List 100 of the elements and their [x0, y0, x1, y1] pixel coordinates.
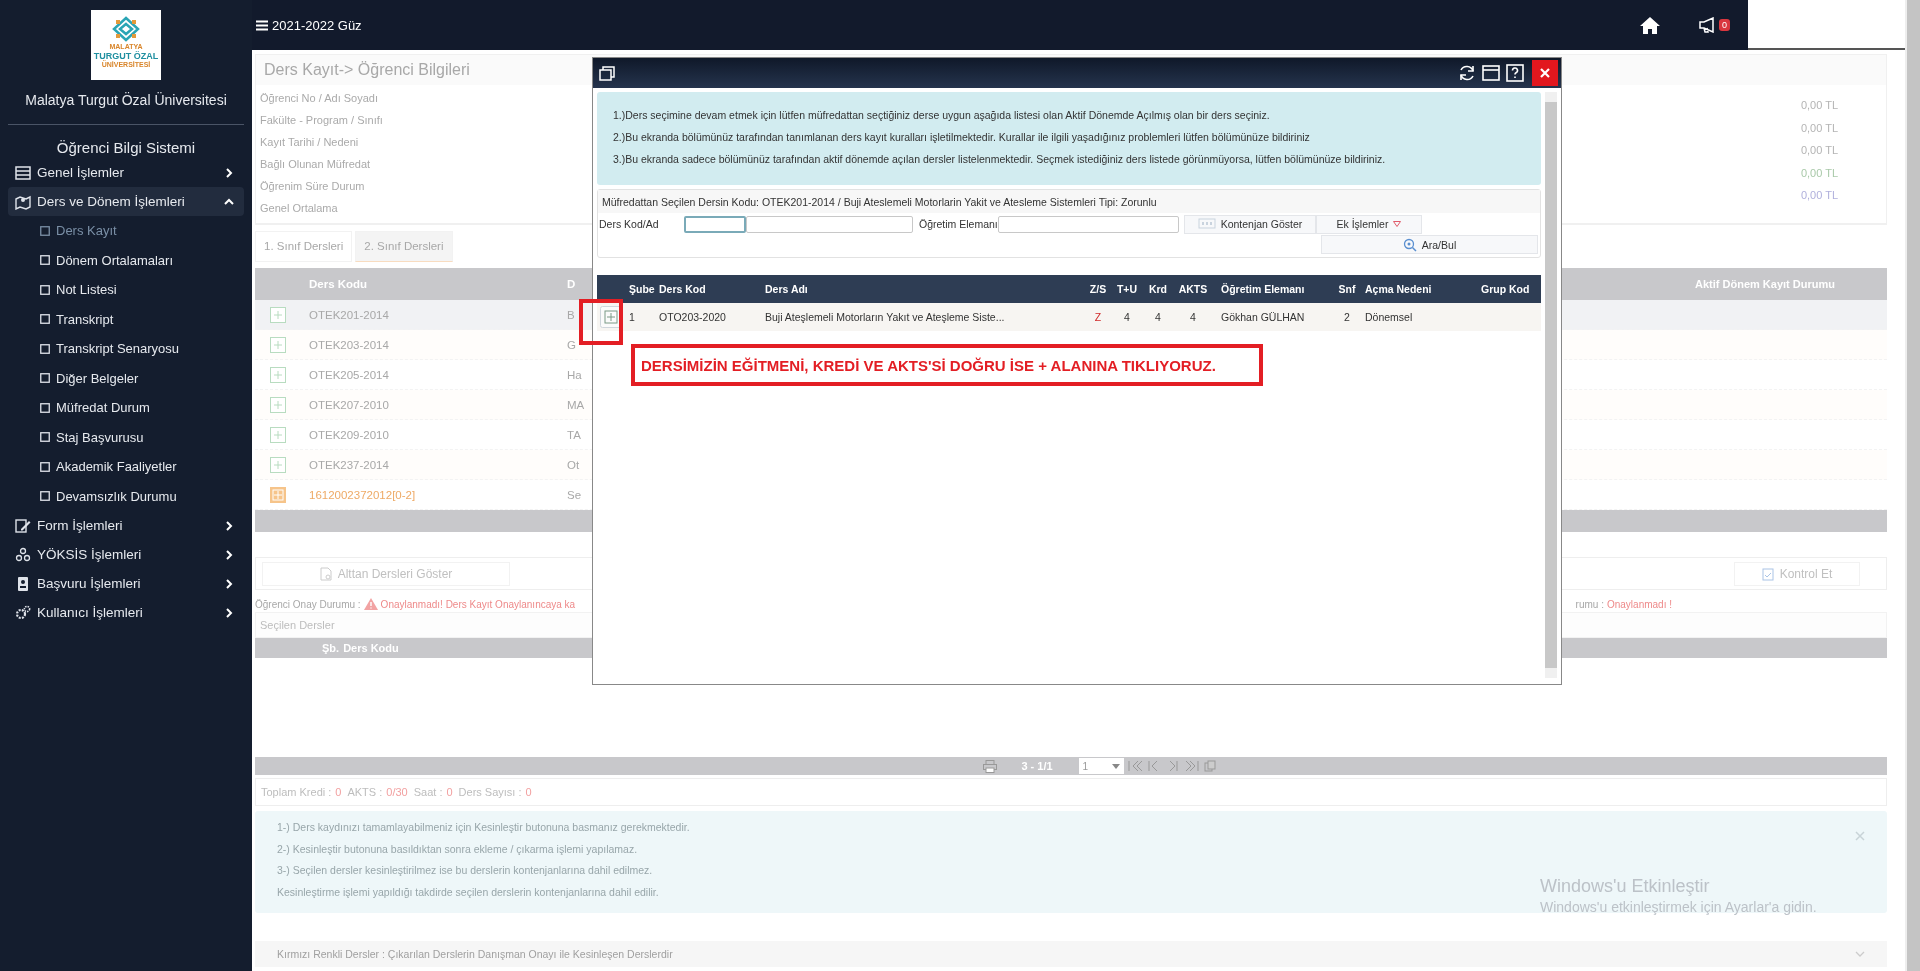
submenu-item[interactable]: Transkript Senaryosu — [8, 334, 244, 364]
table-cell-text: OTEK237-2014 — [308, 458, 390, 471]
submenu-item[interactable]: Not Listesi — [8, 275, 244, 305]
table-cell: B — [567, 308, 575, 321]
menu-item[interactable]: Ders ve Dönem İşlemleri — [8, 187, 244, 216]
lecturer-field[interactable] — [998, 215, 1179, 233]
table-cell-text: Gökhan GÜLHAN — [1220, 311, 1306, 323]
square-icon — [40, 461, 50, 472]
total-label: Saat : — [413, 786, 443, 798]
warning-icon — [363, 598, 378, 610]
windows-icon — [599, 65, 615, 81]
note-text: 3-) Seçilen dersler kesinleştirilmez ise bu derslerin kontenjanlarına dahil edilmez. — [277, 864, 654, 878]
table-cell-text: 2 — [1343, 311, 1351, 323]
maximize-icon[interactable] — [1482, 64, 1500, 82]
document-icon — [319, 566, 332, 581]
menu-item[interactable]: Form İşlemleri — [8, 511, 244, 540]
submenu-item[interactable]: Transkript — [8, 304, 244, 334]
submenu-item[interactable]: Staj Başvurusu — [8, 422, 244, 452]
status-text: Onaylanmadı! Ders Kayıt Onaylanıncaya ka — [380, 598, 576, 610]
more-actions-button[interactable]: Ek İşlemler — [1316, 214, 1422, 234]
system-title: Öğrenci Bilgi Sistemi — [55, 139, 197, 156]
plus-icon[interactable] — [600, 306, 622, 328]
total-label: Toplam Kredi : — [261, 786, 332, 798]
table-cell: Ot — [567, 458, 580, 471]
copy-icon[interactable] — [1203, 760, 1219, 772]
square-icon — [40, 491, 50, 502]
table-cell: Ha — [567, 368, 582, 381]
square-icon — [40, 314, 50, 325]
id-card-icon — [15, 575, 31, 592]
chevron-right-icon — [224, 578, 234, 589]
square-icon — [40, 373, 50, 384]
column-header: AKTS — [1177, 283, 1209, 295]
chevron-right-icon — [224, 167, 234, 178]
table-cell-text: 4 — [1123, 311, 1131, 323]
column-header: Z/S — [1088, 283, 1108, 295]
submenu-item[interactable]: Ders Kayıt — [8, 216, 244, 246]
info-label: Öğrenci No / Adı Soyadı — [260, 91, 379, 106]
quota-button[interactable]: Kontenjan Göster — [1184, 214, 1316, 234]
name-field[interactable] — [746, 215, 913, 233]
table-cell-text: 4 — [1154, 311, 1162, 323]
total-value: 0 — [525, 786, 532, 798]
note-text: 2-) Kesinleştir butonuna basıldıktan sonra ekleme / çıkarma işlemi yapılamaz. — [277, 842, 639, 857]
submenu-item[interactable]: Müfredat Durum — [8, 393, 244, 423]
menu-icon[interactable] — [256, 19, 268, 31]
column-header: Ders Adı — [764, 283, 809, 295]
column-header: Açma Nedeni — [1364, 283, 1433, 295]
table-cell: G — [567, 338, 576, 351]
seats-icon — [1197, 218, 1216, 230]
fee-amount: 0,00 TL — [1800, 99, 1838, 113]
close-icon — [1540, 68, 1550, 78]
close-button[interactable] — [1532, 60, 1558, 86]
submenu-item[interactable]: Akademik Faaliyetler — [8, 452, 244, 482]
first-page-icon[interactable] — [1127, 760, 1143, 772]
notification-count: 0 — [1719, 19, 1730, 31]
column-header: Grup Kod — [1480, 283, 1531, 295]
submenu-item[interactable]: Devamsızlık Durumu — [8, 481, 244, 511]
search-button[interactable]: Ara/Bul — [1321, 235, 1538, 254]
code-field[interactable] — [684, 215, 746, 233]
info-label: Kayıt Tarihi / Nedeni — [260, 135, 360, 150]
scrollbar[interactable] — [1905, 0, 1920, 971]
edit-icon — [15, 517, 31, 534]
close-icon[interactable] — [1855, 831, 1865, 841]
table-cell-text: 1612002372012[0-2] — [308, 488, 417, 501]
caret-icon — [1393, 221, 1402, 227]
print-icon[interactable] — [983, 759, 998, 773]
logo-emblem-icon — [111, 16, 141, 42]
help-icon[interactable] — [1506, 64, 1524, 82]
submenu-item[interactable]: Diğer Belgeler — [8, 363, 244, 393]
last-page-icon[interactable] — [1184, 760, 1200, 772]
square-icon — [40, 343, 50, 354]
square-icon — [40, 225, 50, 236]
gears-icon — [15, 604, 31, 621]
note-text: 1-) Ders kaydınızı tamamlayabilmeniz için Kesinleştir butonuna basmanız gerekmektedir. — [277, 821, 690, 835]
scrollbar[interactable] — [1545, 92, 1557, 678]
fee-amount: 0,00 TL — [1800, 189, 1838, 203]
table-cell-text: OTEK207-2010 — [308, 398, 390, 411]
chevron-right-icon — [224, 520, 234, 531]
submenu-item[interactable]: Dönem Ortalamaları — [8, 245, 244, 275]
table-cell-text: OTEK203-2014 — [308, 338, 390, 351]
total-value: 0 — [335, 786, 342, 798]
status-label: rumu : — [1575, 598, 1604, 610]
menu-item[interactable]: Genel İşlemler — [8, 158, 244, 187]
refresh-icon[interactable] — [1458, 64, 1476, 82]
home-icon[interactable] — [1640, 16, 1660, 34]
caret-icon — [1111, 763, 1120, 769]
column-header: Snf — [1337, 283, 1357, 295]
column-header: T+U — [1115, 283, 1139, 295]
selected-course-text: Müfredattan Seçilen Dersin Kodu: OTEK201-2014 / Buji Ateslemeli Motorlarin Yakit ve Atesleme Sistemleri Tipi: Zorunlu — [598, 190, 1540, 213]
logo-text: TURGUT ÖZAL — [93, 51, 159, 61]
menu-item[interactable]: Kullanıcı İşlemleri — [8, 598, 244, 627]
table-cell: TA — [567, 428, 581, 441]
highlight-frame — [579, 299, 623, 345]
total-value: 0/30 — [386, 786, 408, 798]
column-header: Öğretim Elemanı — [1220, 283, 1306, 295]
notice-text: 1.)Ders seçimine devam etmek için lütfen müfredattan seçtiğiniz derse uygun aşağıda listesi olan Aktif Dönemde Açılmış olan bir ders seçiniz. — [613, 109, 1271, 123]
menu-item[interactable]: YÖKSİS İşlemleri — [8, 540, 244, 569]
map-icon — [15, 193, 31, 210]
info-label: Bağlı Olunan Müfredat — [260, 157, 372, 172]
university-name: Malatya Turgut Özal Üniversitesi — [24, 92, 228, 108]
menu-item[interactable]: Başvuru İşlemleri — [8, 569, 244, 598]
